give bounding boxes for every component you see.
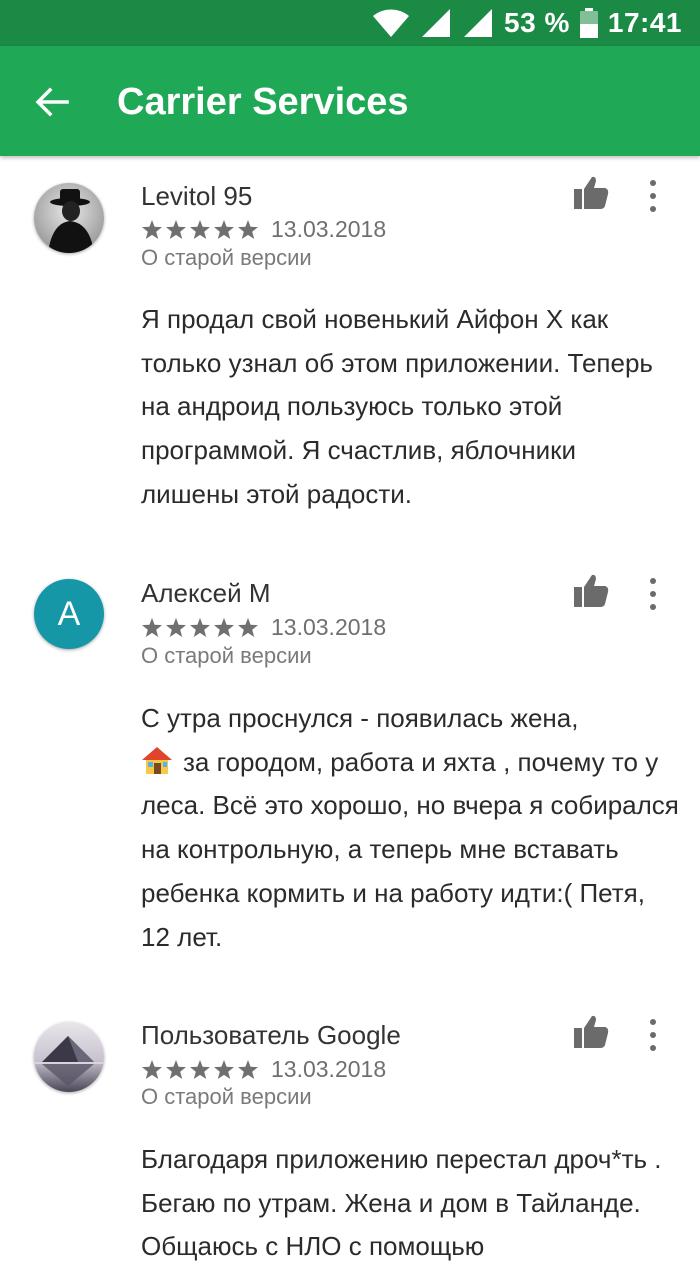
like-button[interactable]: [572, 174, 610, 212]
review-text-line: С утра проснулся - появилась жена,: [141, 703, 579, 733]
star-icon: [238, 219, 258, 239]
rating-stars: [141, 617, 259, 638]
review-author: Levitol 95: [141, 181, 253, 211]
like-button[interactable]: [572, 1013, 610, 1051]
star-icon: [190, 1059, 210, 1079]
rating-stars: [141, 1059, 259, 1080]
review-date: 13.03.2018: [271, 613, 387, 640]
avatar-letter: А: [57, 594, 81, 633]
more-options-button[interactable]: [638, 176, 668, 216]
avatar[interactable]: [34, 183, 104, 253]
dot-icon: [650, 1045, 656, 1051]
review-text: Я продал свой новенький Айфон Х как толь…: [141, 304, 653, 509]
star-icon: [190, 617, 210, 637]
star-icon: [238, 617, 258, 637]
star-icon: [214, 219, 234, 239]
star-icon: [166, 617, 186, 637]
battery-percent: 53 %: [504, 7, 570, 38]
thumbs-up-icon: [574, 574, 609, 607]
version-note: О старой версии: [141, 1084, 312, 1109]
signal-icon: [422, 9, 451, 37]
review-text-continued: за городом, работа и яхта , почему то у …: [141, 746, 679, 952]
dot-icon: [650, 206, 656, 212]
review-date: 13.03.2018: [271, 215, 387, 242]
avatar[interactable]: А: [34, 579, 104, 649]
status-icons: 53 % 17:41: [372, 0, 682, 46]
star-icon: [238, 1059, 258, 1079]
dot-icon: [650, 193, 656, 199]
review-author: Алексей М: [141, 578, 271, 608]
star-icon: [142, 1059, 162, 1079]
avatar[interactable]: [34, 1022, 104, 1092]
house-emoji-icon: [142, 746, 172, 774]
signal-icon: [464, 9, 493, 37]
dot-icon: [650, 1019, 656, 1025]
back-button[interactable]: [26, 76, 78, 128]
dot-icon: [650, 180, 656, 186]
star-icon: [214, 1059, 234, 1079]
dot-icon: [650, 604, 656, 610]
review-text: Благодаря приложению перестал дроч*ть . …: [141, 1144, 662, 1262]
dot-icon: [650, 591, 656, 597]
arrow-back-icon: [35, 87, 69, 117]
version-note: О старой версии: [141, 245, 312, 270]
avatar-photo: [34, 1022, 104, 1092]
rating-stars: [141, 219, 259, 240]
star-icon: [190, 219, 210, 239]
dot-icon: [650, 1032, 656, 1038]
review-meta: 13.03.2018: [141, 612, 386, 642]
review-date: 13.03.2018: [271, 1055, 387, 1082]
app-bar: Carrier Services: [0, 46, 700, 156]
thumbs-up-icon: [574, 176, 609, 209]
review-meta: 13.03.2018: [141, 1054, 386, 1084]
status-bar: 53 % 17:41: [0, 0, 700, 46]
more-options-button[interactable]: [638, 1015, 668, 1055]
wifi-icon: [373, 9, 410, 38]
star-icon: [214, 617, 234, 637]
battery-icon: [579, 8, 598, 38]
star-icon: [166, 219, 186, 239]
review-meta: 13.03.2018: [141, 214, 386, 244]
page-title: Carrier Services: [117, 81, 409, 123]
thumbs-up-icon: [574, 1015, 609, 1048]
review-author: Пользователь Google: [141, 1020, 401, 1050]
star-icon: [142, 219, 162, 239]
review-text-rest: за городом, работа и яхта , почему то у …: [141, 741, 681, 960]
clock: 17:41: [607, 7, 682, 38]
more-options-button[interactable]: [638, 574, 668, 614]
like-button[interactable]: [572, 572, 610, 610]
star-icon: [142, 617, 162, 637]
dot-icon: [650, 578, 656, 584]
avatar-photo: [34, 183, 104, 253]
version-note: О старой версии: [141, 643, 312, 668]
star-icon: [166, 1059, 186, 1079]
review-text: С утра проснулся - появилась жена, за го…: [141, 697, 681, 959]
